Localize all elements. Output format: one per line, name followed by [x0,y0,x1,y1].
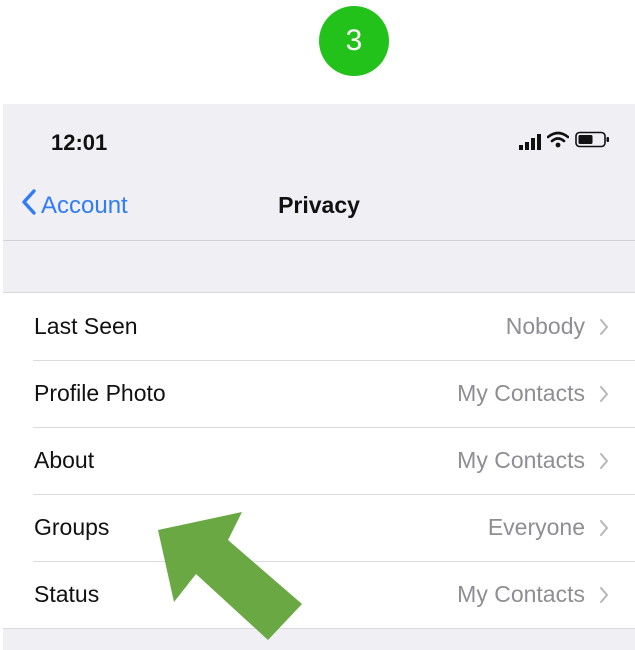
system-icons [519,131,611,153]
chevron-right-icon [599,519,609,537]
tutorial-screenshot: 3 12:01 Account Privacy Last Seen Nobody… [0,0,635,650]
status-time: 12:01 [51,130,108,155]
page-title: Privacy [278,192,360,218]
wifi-icon [546,131,570,153]
privacy-settings-list: Last Seen Nobody Profile Photo My Contac… [3,292,635,629]
row-label: Profile Photo [34,380,166,406]
row-value: Nobody [505,313,585,339]
row-label: Last Seen [34,313,138,339]
chevron-right-icon [599,586,609,604]
chevron-right-icon [599,318,609,336]
cellular-signal-icon [519,134,541,150]
step-number-badge: 3 [319,6,389,76]
pointer-arrow-icon [158,512,302,640]
privacy-screen: 12:01 Account Privacy Last Seen Nobody P… [3,104,635,650]
row-groups[interactable]: Groups Everyone [3,494,635,561]
row-value: My Contacts [457,380,585,406]
row-label: Status [34,581,100,607]
row-last-seen[interactable]: Last Seen Nobody [3,293,635,360]
row-value: My Contacts [457,581,585,607]
status-bar: 12:01 [3,104,635,174]
row-status[interactable]: Status My Contacts [3,561,635,628]
navigation-bar: Account Privacy [3,174,635,241]
chevron-right-icon [599,385,609,403]
row-profile-photo[interactable]: Profile Photo My Contacts [3,360,635,427]
row-value: My Contacts [457,447,585,473]
row-label: Groups [34,514,110,540]
row-value: Everyone [487,514,585,540]
battery-icon [575,131,611,153]
row-about[interactable]: About My Contacts [3,427,635,494]
row-label: About [34,447,95,473]
chevron-right-icon [599,452,609,470]
